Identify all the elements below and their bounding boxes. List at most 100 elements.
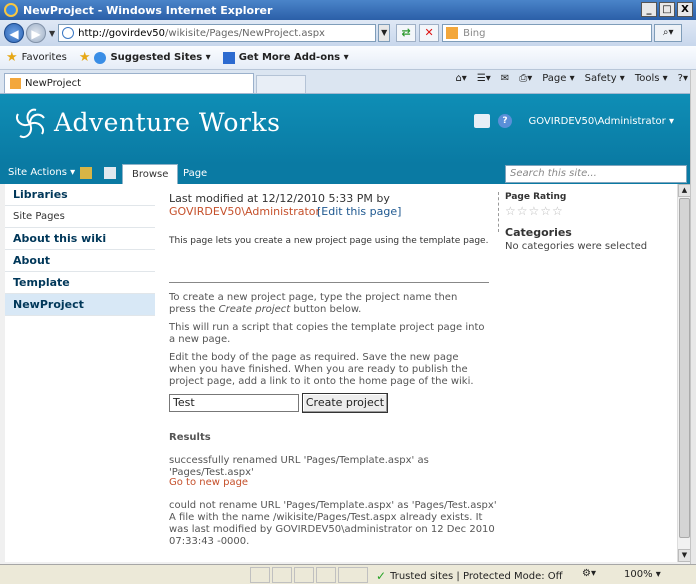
- nav-about-this-wiki[interactable]: About this wiki: [5, 228, 155, 250]
- user-menu[interactable]: GOVIRDEV50\Administrator ▾: [528, 116, 674, 127]
- edit-page-icon[interactable]: [104, 167, 116, 179]
- tab-newproject[interactable]: NewProject: [4, 73, 254, 93]
- window-controls: _ □ X: [641, 2, 693, 17]
- nav-template[interactable]: Template: [5, 272, 155, 294]
- get-addons-label: Get More Add-ons ▾: [238, 52, 349, 63]
- search-input[interactable]: Bing: [442, 24, 653, 42]
- refresh-button[interactable]: ⇄: [396, 24, 417, 42]
- site-header: Adventure Works ? GOVIRDEV50\Administrat…: [0, 94, 690, 164]
- header-icons: ?: [474, 114, 512, 128]
- safety-menu[interactable]: Safety ▾: [585, 73, 625, 84]
- add-favorite-icon[interactable]: ★: [79, 50, 91, 65]
- site-help-icon[interactable]: ?: [498, 114, 512, 128]
- status-cell: [294, 567, 314, 583]
- print-icon[interactable]: ⎙▾: [519, 73, 532, 84]
- ie-logo-icon: [4, 3, 18, 17]
- quick-launch-nav: Libraries Site Pages About this wiki Abo…: [5, 184, 155, 562]
- para1-text-b: button below.: [290, 304, 362, 315]
- tab-page[interactable]: Page: [174, 164, 216, 184]
- ribbon-bar: Site Actions ▾ Browse Page Search this s…: [0, 164, 690, 184]
- history-dropdown-icon[interactable]: ▼: [49, 29, 55, 38]
- nav-about[interactable]: About: [5, 250, 155, 272]
- social-tags-icon[interactable]: [474, 114, 490, 128]
- home-icon[interactable]: ⌂▾: [455, 73, 466, 84]
- intro-text: This page lets you create a new project …: [169, 236, 489, 246]
- window-scrollbar[interactable]: [690, 70, 696, 564]
- mail-icon[interactable]: ✉: [501, 73, 509, 84]
- favorites-star-icon: ★: [6, 50, 18, 65]
- tab-label: NewProject: [25, 78, 82, 89]
- scroll-thumb[interactable]: [679, 198, 690, 538]
- create-project-button[interactable]: Create project: [302, 393, 388, 413]
- nav-libraries[interactable]: Libraries: [5, 184, 155, 206]
- status-cell: [338, 567, 368, 583]
- command-bar: ⌂▾ ☰▾ ✉ ⎙▾ Page ▾ Safety ▾ Tools ▾ ?▾: [455, 73, 688, 84]
- go-to-new-page-link[interactable]: Go to new page: [169, 477, 248, 488]
- address-input[interactable]: http://govirdev50/wikisite/Pages/NewProj…: [58, 24, 377, 42]
- search-button[interactable]: ⌕▾: [654, 24, 683, 42]
- search-placeholder: Bing: [463, 27, 486, 39]
- maximize-button[interactable]: □: [659, 2, 675, 17]
- stop-button[interactable]: ✕: [419, 24, 440, 42]
- nav-site-pages[interactable]: Site Pages: [5, 206, 155, 228]
- results-heading: Results: [169, 432, 211, 443]
- page-scrollbar[interactable]: ▲ ▼: [677, 184, 691, 562]
- feeds-icon[interactable]: ☰▾: [477, 73, 491, 84]
- help-icon[interactable]: ?▾: [678, 73, 688, 84]
- zoom-options-icon[interactable]: ⚙▾: [582, 568, 596, 579]
- suggested-sites-label: Suggested Sites ▾: [110, 52, 211, 63]
- site-actions-menu[interactable]: Site Actions ▾: [8, 167, 75, 178]
- new-tab-button[interactable]: [256, 75, 306, 93]
- site-title[interactable]: Adventure Works: [54, 108, 280, 137]
- categories-value: No categories were selected: [505, 241, 648, 252]
- categories-heading: Categories: [505, 226, 572, 239]
- checkmark-icon: ✓: [376, 569, 387, 583]
- close-button[interactable]: X: [677, 2, 693, 17]
- minimize-button[interactable]: _: [641, 2, 657, 17]
- site-search-input[interactable]: Search this site...: [505, 165, 687, 183]
- favorites-bar: ★ Favorites ★ Suggested Sites ▾ Get More…: [0, 46, 696, 70]
- security-zone[interactable]: ✓ Trusted sites | Protected Mode: Off: [376, 569, 563, 583]
- suggested-sites-link[interactable]: Suggested Sites ▾: [94, 51, 211, 64]
- last-modified-text: Last modified at 12/12/2010 5:33 PM by: [169, 192, 390, 205]
- favorites-button[interactable]: Favorites: [22, 52, 67, 63]
- project-name-input[interactable]: Test: [169, 394, 299, 412]
- para1-emphasis: Create project: [218, 304, 291, 315]
- url-path: /wikisite/Pages/NewProject.aspx: [165, 27, 325, 39]
- status-cell: [250, 567, 270, 583]
- divider: [169, 282, 489, 283]
- page-rating-heading: Page Rating: [505, 192, 567, 202]
- page-menu[interactable]: Page ▾: [542, 73, 574, 84]
- zoom-level[interactable]: 100% ▾: [624, 569, 661, 580]
- result-success-text: successfully renamed URL 'Pages/Template…: [169, 455, 429, 478]
- tab-browse[interactable]: Browse: [122, 164, 179, 184]
- modified-by-link[interactable]: GOVIRDEV50\Administrator: [169, 205, 320, 218]
- address-row: ◀ ▶ ▼ http://govirdev50/wikisite/Pages/N…: [0, 20, 696, 46]
- main-content: Last modified at 12/12/2010 5:33 PM by G…: [155, 184, 677, 562]
- edit-page-link[interactable]: [Edit this page]: [317, 205, 401, 218]
- window-title-bar: NewProject - Windows Internet Explorer _…: [0, 0, 696, 20]
- nav-newproject[interactable]: NewProject: [5, 294, 155, 316]
- status-cell: [316, 567, 336, 583]
- tools-menu[interactable]: Tools ▾: [635, 73, 668, 84]
- suggested-sites-icon: [94, 51, 107, 64]
- tab-page-icon: [10, 78, 21, 89]
- page-icon: [62, 27, 75, 39]
- back-button[interactable]: ◀: [4, 23, 24, 43]
- url-domain: http://govirdev50: [78, 27, 166, 39]
- instructions-para-2: This will run a script that copies the t…: [169, 322, 485, 345]
- adventure-works-logo-icon: [16, 108, 45, 138]
- browser-tab-row: NewProject ⌂▾ ☰▾ ✉ ⎙▾ Page ▾ Safety ▾ To…: [0, 70, 696, 94]
- window-title: NewProject - Windows Internet Explorer: [23, 3, 273, 17]
- get-addons-link[interactable]: Get More Add-ons ▾: [222, 51, 349, 64]
- instructions-para-3: Edit the body of the page as required. S…: [169, 352, 474, 387]
- right-panel-divider: [498, 192, 499, 232]
- address-dropdown-icon[interactable]: ▼: [378, 24, 391, 42]
- result-error-text: could not rename URL 'Pages/Template.asp…: [169, 500, 497, 547]
- rating-stars[interactable]: ☆☆☆☆☆: [505, 204, 564, 218]
- navigate-up-icon[interactable]: [80, 167, 92, 179]
- security-zone-label: Trusted sites | Protected Mode: Off: [390, 570, 563, 582]
- status-bar: ✓ Trusted sites | Protected Mode: Off ⚙▾…: [0, 564, 696, 584]
- forward-button[interactable]: ▶: [26, 23, 46, 43]
- instructions-para-1: To create a new project page, type the p…: [169, 292, 487, 316]
